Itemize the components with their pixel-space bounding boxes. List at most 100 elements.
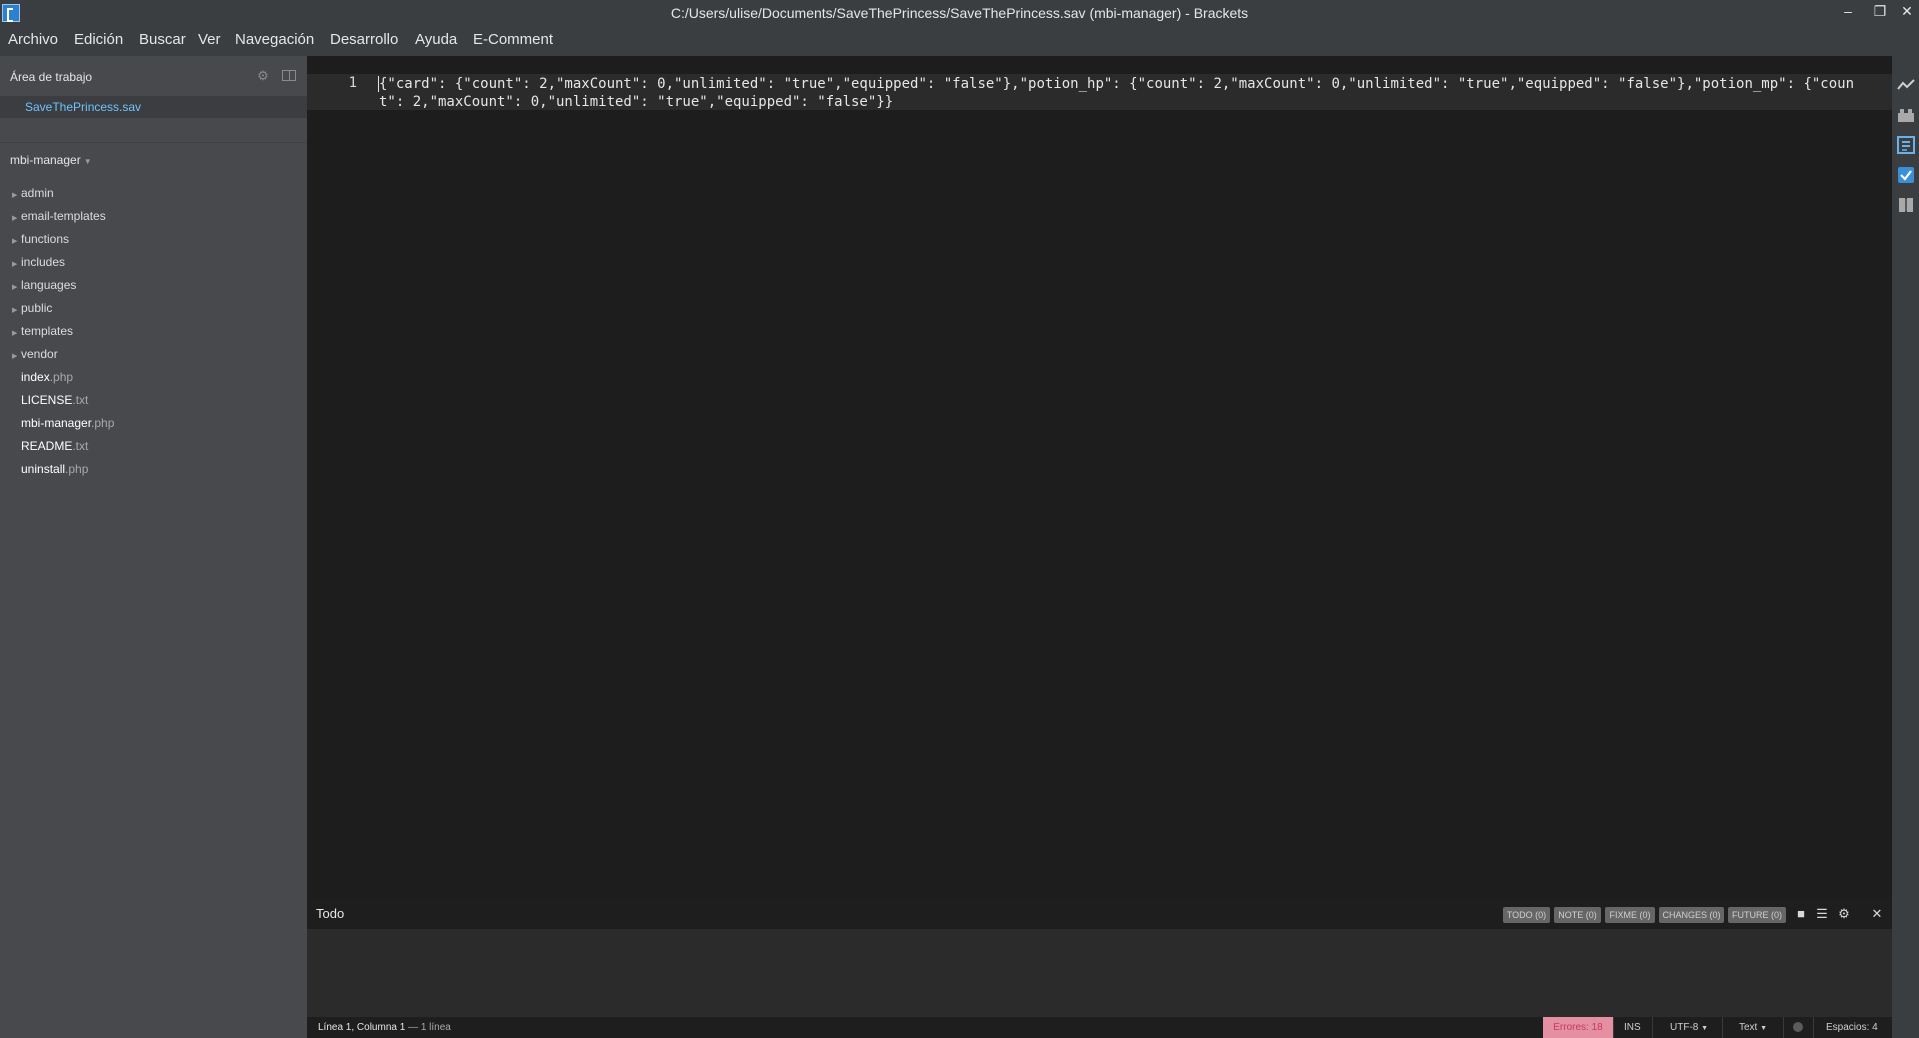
code-editor[interactable]: 1 {"card": {"count": 2,"maxCount": 0,"un…	[307, 56, 1892, 899]
tree-file-mbi-manager[interactable]: mbi-manager.php	[21, 416, 114, 436]
tree-folder-languages[interactable]: ▶ languages	[12, 278, 76, 298]
chevron-right-icon: ▶	[12, 307, 18, 314]
editor-top-gap	[307, 56, 1892, 74]
folder-label: includes	[21, 255, 66, 269]
todo-panel-title: Todo	[316, 906, 345, 921]
file-extension: .txt	[72, 393, 89, 407]
folder-label: languages	[21, 278, 77, 292]
file-extension: .php	[65, 462, 89, 476]
extension-manager-icon[interactable]	[1897, 106, 1915, 124]
settings-gear-icon[interactable]: ⚙	[1837, 907, 1851, 921]
document-outline-icon[interactable]	[1897, 136, 1915, 154]
folder-label: public	[21, 301, 53, 315]
gear-icon[interactable]: ⚙	[255, 68, 271, 84]
line-number: 1	[348, 75, 357, 91]
tag-todo[interactable]: TODO (0)	[1503, 907, 1550, 923]
menu-bar: Archivo Edición Buscar Ver Navegación De…	[0, 26, 1919, 56]
menu-desarrollo[interactable]: Desarrollo	[330, 31, 398, 48]
todo-checkbox-icon[interactable]	[1897, 166, 1915, 184]
todo-panel-header: Todo TODO (0) NOTE (0) FIXME (0) CHANGES…	[307, 899, 1892, 929]
chevron-right-icon: ▶	[12, 192, 18, 199]
project-name: mbi-manager	[10, 153, 81, 167]
file-extension: .php	[49, 370, 74, 384]
menu-ayuda[interactable]: Ayuda	[415, 31, 457, 48]
menu-edicion[interactable]: Edición	[74, 31, 123, 48]
tag-fixme[interactable]: FIXME (0)	[1605, 907, 1655, 923]
working-files-header: Área de trabajo	[10, 70, 93, 84]
text-cursor	[378, 76, 379, 92]
book-icon[interactable]	[1897, 196, 1915, 214]
folder-icon[interactable]: ■	[1794, 907, 1808, 921]
title-bar: C:/Users/ulise/Documents/SaveThePrincess…	[0, 0, 1919, 26]
status-separator	[1813, 1017, 1814, 1038]
tree-file-readme[interactable]: README.txt	[21, 439, 88, 459]
chevron-down-icon: ▼	[83, 157, 92, 166]
tree-file-license[interactable]: LICENSE.txt	[21, 393, 88, 413]
line-count: — 1 línea	[408, 1022, 451, 1033]
file-name: README	[21, 439, 73, 453]
sidebar: Área de trabajo ⚙ SaveThePrincess.sav mb…	[0, 56, 307, 1038]
menu-e-comment[interactable]: E-Comment	[473, 31, 553, 48]
list-icon[interactable]: ☰	[1815, 907, 1829, 921]
encoding-select[interactable]: UTF-8 ▼	[1670, 1022, 1708, 1033]
tag-note[interactable]: NOTE (0)	[1554, 907, 1601, 923]
language-label: Text	[1739, 1022, 1758, 1033]
close-panel-icon[interactable]: ✕	[1870, 907, 1884, 921]
file-name: LICENSE	[21, 393, 73, 407]
split-view-icon[interactable]	[282, 70, 296, 81]
tree-folder-templates[interactable]: ▶ templates	[12, 324, 73, 344]
todo-panel: Todo TODO (0) NOTE (0) FIXME (0) CHANGES…	[307, 899, 1892, 1017]
menu-buscar[interactable]: Buscar	[139, 31, 186, 48]
menu-ver[interactable]: Ver	[198, 31, 221, 48]
folder-label: vendor	[21, 347, 58, 361]
tree-folder-email-templates[interactable]: ▶ email-templates	[12, 209, 106, 229]
project-dropdown[interactable]: mbi-manager ▼	[10, 153, 92, 167]
tree-folder-public[interactable]: ▶ public	[12, 301, 52, 321]
file-extension: .php	[91, 416, 115, 430]
tree-folder-vendor[interactable]: ▶ vendor	[12, 347, 58, 367]
tree-folder-admin[interactable]: ▶ admin	[12, 186, 54, 206]
folder-label: templates	[21, 324, 74, 338]
right-toolbar	[1892, 56, 1919, 1038]
status-bar: Línea 1, Columna 1 — 1 línea Errores: 18…	[307, 1017, 1892, 1038]
folder-label: admin	[21, 186, 54, 200]
tree-file-index[interactable]: index.php	[21, 370, 73, 390]
maximize-button[interactable]: ❐	[1869, 2, 1891, 22]
code-line[interactable]: {"card": {"count": 2,"maxCount": 0,"unli…	[379, 75, 1879, 111]
tree-folder-includes[interactable]: ▶ includes	[12, 255, 65, 275]
status-separator	[1652, 1017, 1653, 1038]
status-separator	[1722, 1017, 1723, 1038]
chevron-right-icon: ▶	[12, 238, 18, 245]
linter-status-icon[interactable]	[1793, 1022, 1803, 1032]
minimize-button[interactable]: –	[1837, 2, 1859, 22]
insert-mode[interactable]: INS	[1624, 1022, 1641, 1033]
sidebar-divider	[0, 142, 307, 143]
tree-folder-functions[interactable]: ▶ functions	[12, 232, 69, 252]
file-name: index	[21, 370, 50, 384]
status-separator	[1783, 1017, 1784, 1038]
folder-label: email-templates	[21, 209, 106, 223]
file-name: mbi-manager	[21, 416, 92, 430]
menu-archivo[interactable]: Archivo	[8, 31, 58, 48]
cursor-position: Línea 1, Columna 1 — 1 línea	[318, 1022, 451, 1033]
chevron-right-icon: ▶	[12, 330, 18, 337]
folder-label: functions	[21, 232, 70, 246]
cursor-position-text: Línea 1, Columna 1	[318, 1022, 406, 1033]
chevron-right-icon: ▶	[12, 261, 18, 268]
chevron-right-icon: ▶	[12, 353, 18, 360]
menu-navegacion[interactable]: Navegación	[235, 31, 314, 48]
language-select[interactable]: Text ▼	[1739, 1022, 1767, 1033]
errors-badge[interactable]: Errores: 18	[1543, 1017, 1613, 1038]
chevron-right-icon: ▶	[12, 215, 18, 222]
status-separator	[1613, 1017, 1614, 1038]
chevron-right-icon: ▶	[12, 284, 18, 291]
tag-future[interactable]: FUTURE (0)	[1728, 907, 1786, 923]
chevron-down-icon: ▼	[1760, 1025, 1768, 1032]
tag-changes[interactable]: CHANGES (0)	[1659, 907, 1724, 923]
working-file-item[interactable]: SaveThePrincess.sav	[0, 96, 307, 118]
live-preview-icon[interactable]	[1897, 76, 1915, 94]
close-button[interactable]: ✕	[1896, 2, 1918, 22]
indent-setting[interactable]: Espacios: 4	[1826, 1022, 1878, 1033]
tree-file-uninstall[interactable]: uninstall.php	[21, 462, 88, 482]
file-extension: .txt	[72, 439, 89, 453]
